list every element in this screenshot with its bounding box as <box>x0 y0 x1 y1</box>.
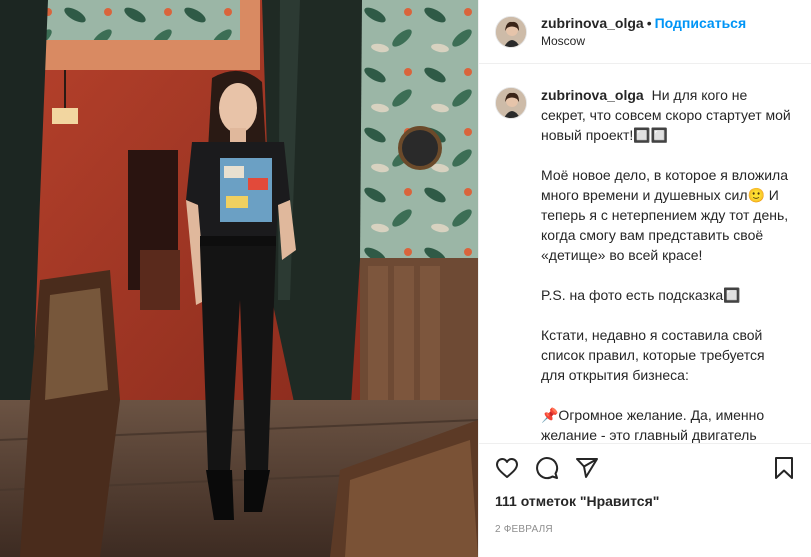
heart-icon[interactable] <box>495 456 519 480</box>
header-username-link[interactable]: zubrinova_olga <box>541 15 644 31</box>
post-side-panel: zubrinova_olga • Подписаться Moscow zubrin… <box>478 0 811 557</box>
caption-paragraph: Моё новое дело, в которое я вложила мног… <box>541 167 789 263</box>
post-date[interactable]: 2 февраля <box>495 524 796 535</box>
caption-comment: zubrinova_olga Ни для кого не секрет, чт… <box>495 85 796 443</box>
post-header: zubrinova_olga • Подписаться Moscow <box>479 0 811 64</box>
post-header-meta: zubrinova_olga • Подписаться Moscow <box>541 14 746 50</box>
caption-paragraph: zubrinova_olga Ни для кого не секрет, чт… <box>541 85 791 145</box>
follow-button[interactable]: Подписаться <box>655 15 747 31</box>
post-photo[interactable] <box>0 0 478 557</box>
separator-dot: • <box>646 14 652 31</box>
caption-username-link[interactable]: zubrinova_olga <box>541 87 644 103</box>
caption-avatar[interactable] <box>495 87 527 119</box>
header-line: zubrinova_olga • Подписаться <box>541 14 746 32</box>
bookmark-icon[interactable] <box>772 456 796 480</box>
avatar-image-icon <box>496 88 526 118</box>
action-icons-row <box>495 444 796 492</box>
avatar-image-icon <box>496 16 526 47</box>
post-actions: 111 отметок "Нравится" 2 февраля <box>479 443 811 557</box>
caption-paragraph: Кстати, недавно я составила свой список … <box>541 327 765 383</box>
location-link[interactable]: Moscow <box>541 32 746 50</box>
avatar[interactable] <box>495 15 527 48</box>
share-icon[interactable] <box>575 456 599 480</box>
caption-text: zubrinova_olga Ни для кого не секрет, чт… <box>541 85 791 443</box>
caption-paragraph: P.S. на фото есть подсказка🔲 <box>541 287 741 303</box>
comment-icon[interactable] <box>535 456 559 480</box>
likes-count[interactable]: 111 отметок "Нравится" <box>495 492 796 510</box>
caption-paragraph: 📌Огромное желание. Да, именно желание - … <box>541 407 765 443</box>
photo-illustration <box>0 0 478 557</box>
caption-scroll-area[interactable]: zubrinova_olga Ни для кого не секрет, чт… <box>479 65 811 443</box>
